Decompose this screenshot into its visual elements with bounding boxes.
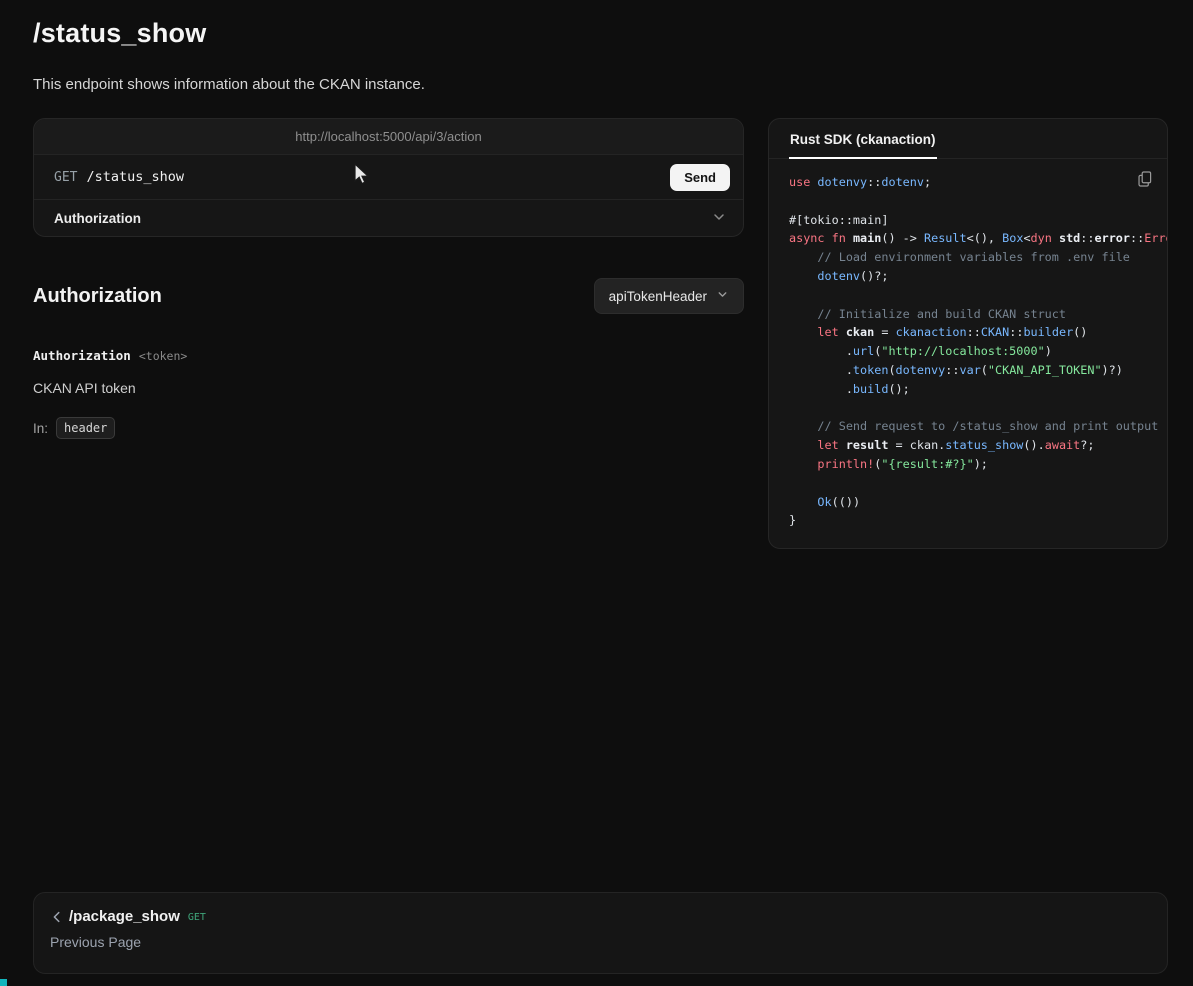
auth-field-name: Authorization — [33, 348, 131, 363]
auth-in-value-chip: header — [56, 417, 115, 439]
sdk-tab-bar: Rust SDK (ckanaction) — [769, 119, 1167, 159]
page-title: /status_show — [33, 0, 1168, 49]
auth-scheme-value: apiTokenHeader — [609, 289, 707, 304]
prev-page-label: Previous Page — [50, 934, 1151, 950]
authorization-accordion[interactable]: Authorization — [34, 199, 743, 236]
base-url-bar: http://localhost:5000/api/3/action — [34, 119, 743, 155]
api-docs-page: /status_show This endpoint shows informa… — [33, 0, 1168, 549]
code-block: use dotenvy::dotenv; #[tokio::main]async… — [789, 173, 1167, 530]
base-url-text: http://localhost:5000/api/3/action — [295, 129, 481, 144]
copy-code-button[interactable] — [1136, 169, 1154, 192]
chevron-left-icon — [50, 910, 64, 924]
clipboard-icon — [1138, 175, 1152, 190]
corner-marker — [0, 979, 7, 986]
auth-in-label: In: — [33, 421, 48, 436]
tab-rust-sdk[interactable]: Rust SDK (ckanaction) — [789, 119, 937, 159]
auth-field-type: <token> — [139, 349, 187, 363]
endpoint-path: /status_show — [86, 169, 184, 185]
auth-scheme-dropdown[interactable]: apiTokenHeader — [594, 278, 744, 314]
auth-field-description: CKAN API token — [33, 380, 744, 396]
prev-page-card[interactable]: /package_show GET Previous Page — [33, 892, 1168, 974]
code-sample-card: Rust SDK (ckanaction) use dotenvy::doten… — [768, 118, 1168, 549]
authorization-heading: Authorization — [33, 285, 162, 308]
request-row: GET /status_show Send — [34, 155, 743, 199]
endpoint-description: This endpoint shows information about th… — [33, 76, 1168, 93]
send-button[interactable]: Send — [670, 164, 730, 191]
http-method-badge: GET — [54, 170, 77, 185]
prev-page-path: /package_show — [69, 908, 180, 925]
authorization-accordion-label: Authorization — [54, 211, 141, 226]
chevron-down-icon — [716, 288, 729, 304]
request-playground-card: http://localhost:5000/api/3/action GET /… — [33, 118, 744, 237]
prev-page-method-badge: GET — [188, 910, 206, 923]
chevron-down-icon — [711, 209, 727, 228]
